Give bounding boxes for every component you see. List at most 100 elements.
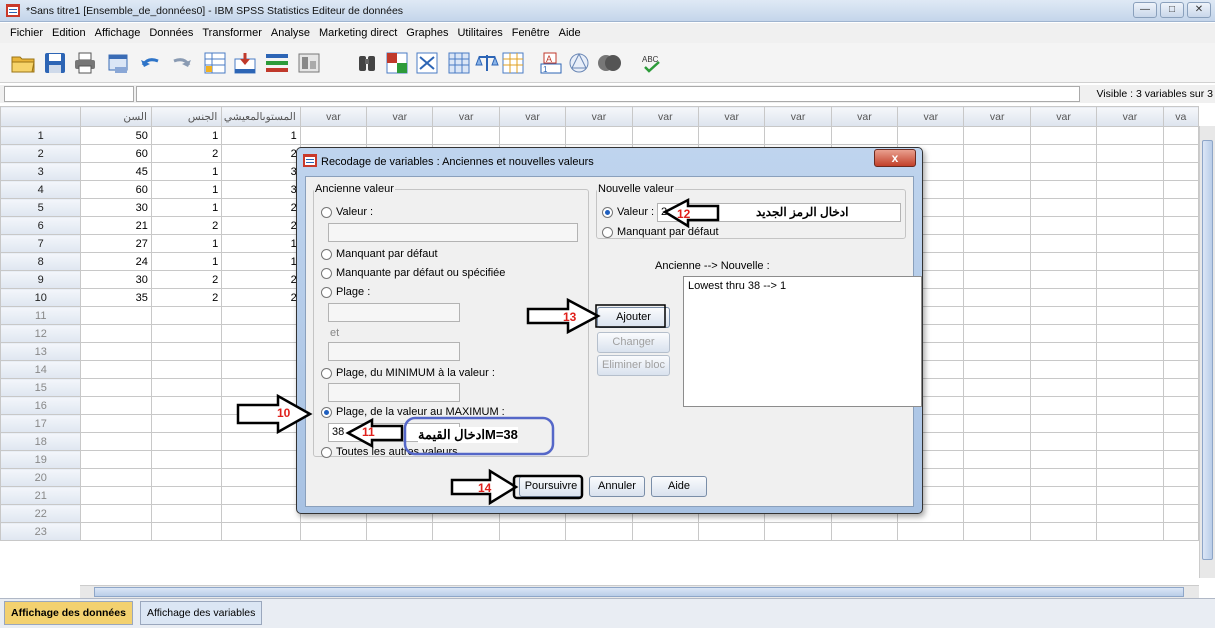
data-cell[interactable]	[80, 522, 152, 541]
data-cell[interactable]	[299, 126, 368, 145]
data-cell[interactable]	[221, 522, 301, 541]
data-cell[interactable]	[1096, 378, 1164, 397]
data-cell[interactable]	[1162, 216, 1200, 235]
data-cell[interactable]: 50	[80, 126, 152, 145]
data-cell[interactable]	[80, 486, 152, 505]
column-header[interactable]: var	[631, 106, 699, 127]
data-cell[interactable]	[764, 126, 832, 145]
menu-fichier[interactable]: Fichier	[6, 23, 48, 43]
data-cell[interactable]	[1096, 360, 1164, 379]
data-cell[interactable]	[221, 396, 301, 415]
row-number[interactable]: 22	[0, 504, 82, 523]
data-cell[interactable]	[1096, 414, 1164, 433]
old-all-other-radio[interactable]: Toutes les autres valeurs	[321, 446, 458, 458]
data-cell[interactable]	[221, 504, 301, 523]
data-cell[interactable]	[1096, 234, 1164, 253]
tab-data-view[interactable]: Affichage des données	[4, 601, 133, 625]
row-number[interactable]: 7	[0, 234, 82, 253]
new-value-input[interactable]: 2	[657, 203, 901, 222]
minimize-button[interactable]: —	[1133, 2, 1157, 18]
column-header[interactable]: السن	[80, 106, 152, 127]
data-cell[interactable]	[299, 522, 368, 541]
data-cell[interactable]	[221, 414, 301, 433]
data-cell[interactable]	[1029, 486, 1098, 505]
range-to-input[interactable]	[328, 342, 460, 361]
weight-cases-icon[interactable]	[474, 51, 500, 75]
undo-icon[interactable]	[138, 51, 164, 75]
data-cell[interactable]	[1029, 504, 1098, 523]
data-cell[interactable]	[830, 522, 899, 541]
data-cell[interactable]	[221, 324, 301, 343]
data-cell[interactable]	[1096, 468, 1164, 487]
data-cell[interactable]	[830, 126, 899, 145]
close-window-button[interactable]: ✕	[1187, 2, 1211, 18]
data-cell[interactable]	[1162, 468, 1200, 487]
data-cell[interactable]	[963, 486, 1031, 505]
data-cell[interactable]: 2	[221, 198, 301, 217]
vertical-scroll-thumb[interactable]	[1202, 140, 1213, 560]
data-cell[interactable]	[897, 522, 965, 541]
data-cell[interactable]	[963, 432, 1031, 451]
data-cell[interactable]: 30	[80, 198, 152, 217]
data-cell[interactable]	[150, 486, 223, 505]
data-cell[interactable]	[1029, 198, 1098, 217]
data-cell[interactable]	[1162, 396, 1200, 415]
data-cell[interactable]	[963, 198, 1031, 217]
data-cell[interactable]	[1029, 378, 1098, 397]
menu-edition[interactable]: Edition	[48, 23, 91, 43]
data-cell[interactable]	[80, 306, 152, 325]
data-cell[interactable]	[1162, 288, 1200, 307]
column-header[interactable]: var	[897, 106, 965, 127]
horizontal-scroll-thumb[interactable]	[94, 587, 1184, 597]
data-cell[interactable]	[963, 216, 1031, 235]
data-cell[interactable]	[963, 144, 1031, 163]
column-header[interactable]: var	[1029, 106, 1098, 127]
find-icon[interactable]	[354, 51, 380, 75]
data-cell[interactable]	[80, 432, 152, 451]
column-header[interactable]: المستوىالمعيشي	[221, 106, 301, 127]
data-cell[interactable]	[963, 252, 1031, 271]
menu-aide[interactable]: Aide	[555, 23, 586, 43]
use-sets-icon[interactable]	[566, 51, 592, 75]
data-cell[interactable]	[1162, 144, 1200, 163]
vertical-scrollbar[interactable]	[1199, 126, 1215, 578]
data-cell[interactable]: 30	[80, 270, 152, 289]
data-cell[interactable]	[432, 126, 500, 145]
data-cell[interactable]	[80, 324, 152, 343]
old-value-radio[interactable]: Valeur :	[321, 206, 373, 218]
data-cell[interactable]	[963, 468, 1031, 487]
data-cell[interactable]	[1029, 306, 1098, 325]
data-cell[interactable]: 3	[221, 180, 301, 199]
data-cell[interactable]: 1	[150, 126, 223, 145]
data-cell[interactable]	[963, 126, 1031, 145]
data-cell[interactable]	[963, 522, 1031, 541]
data-cell[interactable]	[1096, 396, 1164, 415]
menu-utilitaires[interactable]: Utilitaires	[453, 23, 507, 43]
data-cell[interactable]	[1162, 504, 1200, 523]
data-cell[interactable]	[1096, 306, 1164, 325]
old-new-list[interactable]: Lowest thru 38 --> 1	[683, 276, 922, 407]
range-from-input[interactable]	[328, 303, 460, 322]
data-cell[interactable]	[1162, 270, 1200, 289]
data-cell[interactable]	[1029, 396, 1098, 415]
data-cell[interactable]	[1029, 432, 1098, 451]
row-number[interactable]: 17	[0, 414, 82, 433]
data-cell[interactable]	[1029, 414, 1098, 433]
column-header[interactable]: var	[432, 106, 500, 127]
old-system-missing-radio[interactable]: Manquant par défaut	[321, 248, 438, 260]
data-cell[interactable]	[1162, 198, 1200, 217]
data-cell[interactable]: 60	[80, 180, 152, 199]
data-cell[interactable]	[1029, 180, 1098, 199]
data-cell[interactable]	[897, 126, 965, 145]
data-cell[interactable]	[697, 522, 766, 541]
data-cell[interactable]: 2	[221, 288, 301, 307]
row-number[interactable]: 20	[0, 468, 82, 487]
column-header[interactable]: var	[963, 106, 1031, 127]
data-cell[interactable]	[150, 414, 223, 433]
old-range-min-radio[interactable]: Plage, du MINIMUM à la valeur :	[321, 367, 495, 379]
data-cell[interactable]	[150, 468, 223, 487]
data-cell[interactable]	[1096, 450, 1164, 469]
range-max-input[interactable]: 38	[328, 423, 460, 442]
menu-graphes[interactable]: Graphes	[402, 23, 453, 43]
old-range-max-radio[interactable]: Plage, de la valeur au MAXIMUM :	[321, 406, 505, 418]
